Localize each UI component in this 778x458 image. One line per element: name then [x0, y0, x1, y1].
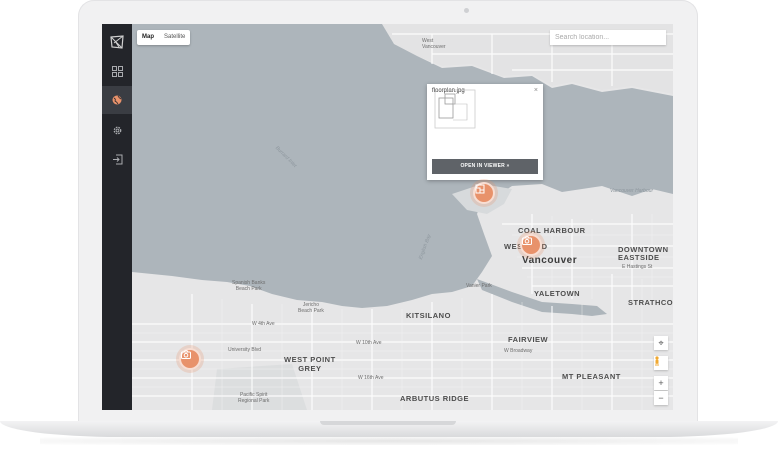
label-vanier-park: Vanier Park: [466, 283, 492, 289]
map-globe-icon[interactable]: [102, 86, 132, 114]
photo-pin-west-point-grey[interactable]: [179, 348, 201, 370]
logo-icon[interactable]: [102, 28, 132, 56]
label-spanish-banks: Spanish Banks Beach Park: [232, 280, 266, 292]
label-vancouver-harbour: Vancouver Harbour: [610, 188, 654, 194]
label-w10: W 10th Ave: [356, 340, 382, 346]
label-mt-pleasant: MT PLEASANT: [562, 372, 621, 381]
camera-icon: [181, 350, 191, 359]
label-yaletown: YALETOWN: [534, 289, 581, 298]
label-kitsilano: KITSILANO: [406, 311, 451, 320]
settings-gear-icon[interactable]: [102, 116, 132, 144]
map-type-map[interactable]: Map: [137, 30, 159, 45]
label-w4: W 4th Ave: [252, 321, 275, 327]
floorplan-pin[interactable]: [473, 182, 495, 204]
street-view-pegman-icon[interactable]: [654, 356, 668, 370]
label-arbutus-ridge: ARBUTUS RIDGE: [400, 394, 470, 403]
label-fairview: FAIRVIEW: [508, 335, 549, 344]
label-jericho: Jericho Beach Park: [298, 302, 324, 314]
label-e-hastings: E Hastings St: [622, 264, 653, 270]
camera-icon: [522, 236, 532, 245]
label-vancouver: Vancouver: [522, 255, 578, 266]
map-type-satellite[interactable]: Satellite: [159, 30, 190, 45]
zoom-in-button[interactable]: +: [654, 376, 668, 390]
laptop-shadow: [40, 437, 738, 445]
open-in-viewer-button[interactable]: OPEN IN VIEWER »: [432, 159, 538, 174]
zoom-out-button[interactable]: −: [654, 391, 668, 405]
label-w16: W 16th Ave: [358, 375, 384, 381]
label-west-vancouver: West Vancouver: [422, 38, 446, 50]
search-input[interactable]: [550, 30, 666, 45]
label-pacific-spirit: Pacific Spirit Regional Park: [238, 392, 270, 404]
label-university-blvd: University Blvd: [228, 347, 262, 353]
map-view[interactable]: West Vancouver Burrard Inlet English Bay…: [132, 24, 673, 410]
dashboard-grid-icon[interactable]: [102, 57, 132, 85]
app-screen: West Vancouver Burrard Inlet English Bay…: [102, 24, 673, 410]
laptop-notch: [320, 421, 456, 425]
floorplan-thumbnail: [434, 89, 476, 129]
close-icon[interactable]: ×: [534, 87, 538, 94]
photo-pin-downtown[interactable]: [520, 234, 542, 256]
file-popup: floorplan.jpg × OPEN IN VIEWER »: [427, 84, 543, 180]
my-location-button[interactable]: ⌖: [654, 336, 668, 350]
label-west-point-grey: WEST POINT GREY: [284, 355, 336, 373]
map-type-toggle: Map Satellite: [137, 30, 191, 45]
floorplan-icon: [475, 184, 485, 194]
map-canvas: [132, 24, 673, 410]
camera-dot: [464, 8, 469, 13]
label-broadway: W Broadway: [504, 348, 533, 354]
logout-icon[interactable]: [102, 145, 132, 173]
label-strathcona: STRATHCONA: [628, 298, 673, 307]
label-downtown-eastside: DOWNTOWN EASTSIDE: [618, 245, 669, 262]
sidebar: [102, 24, 132, 410]
